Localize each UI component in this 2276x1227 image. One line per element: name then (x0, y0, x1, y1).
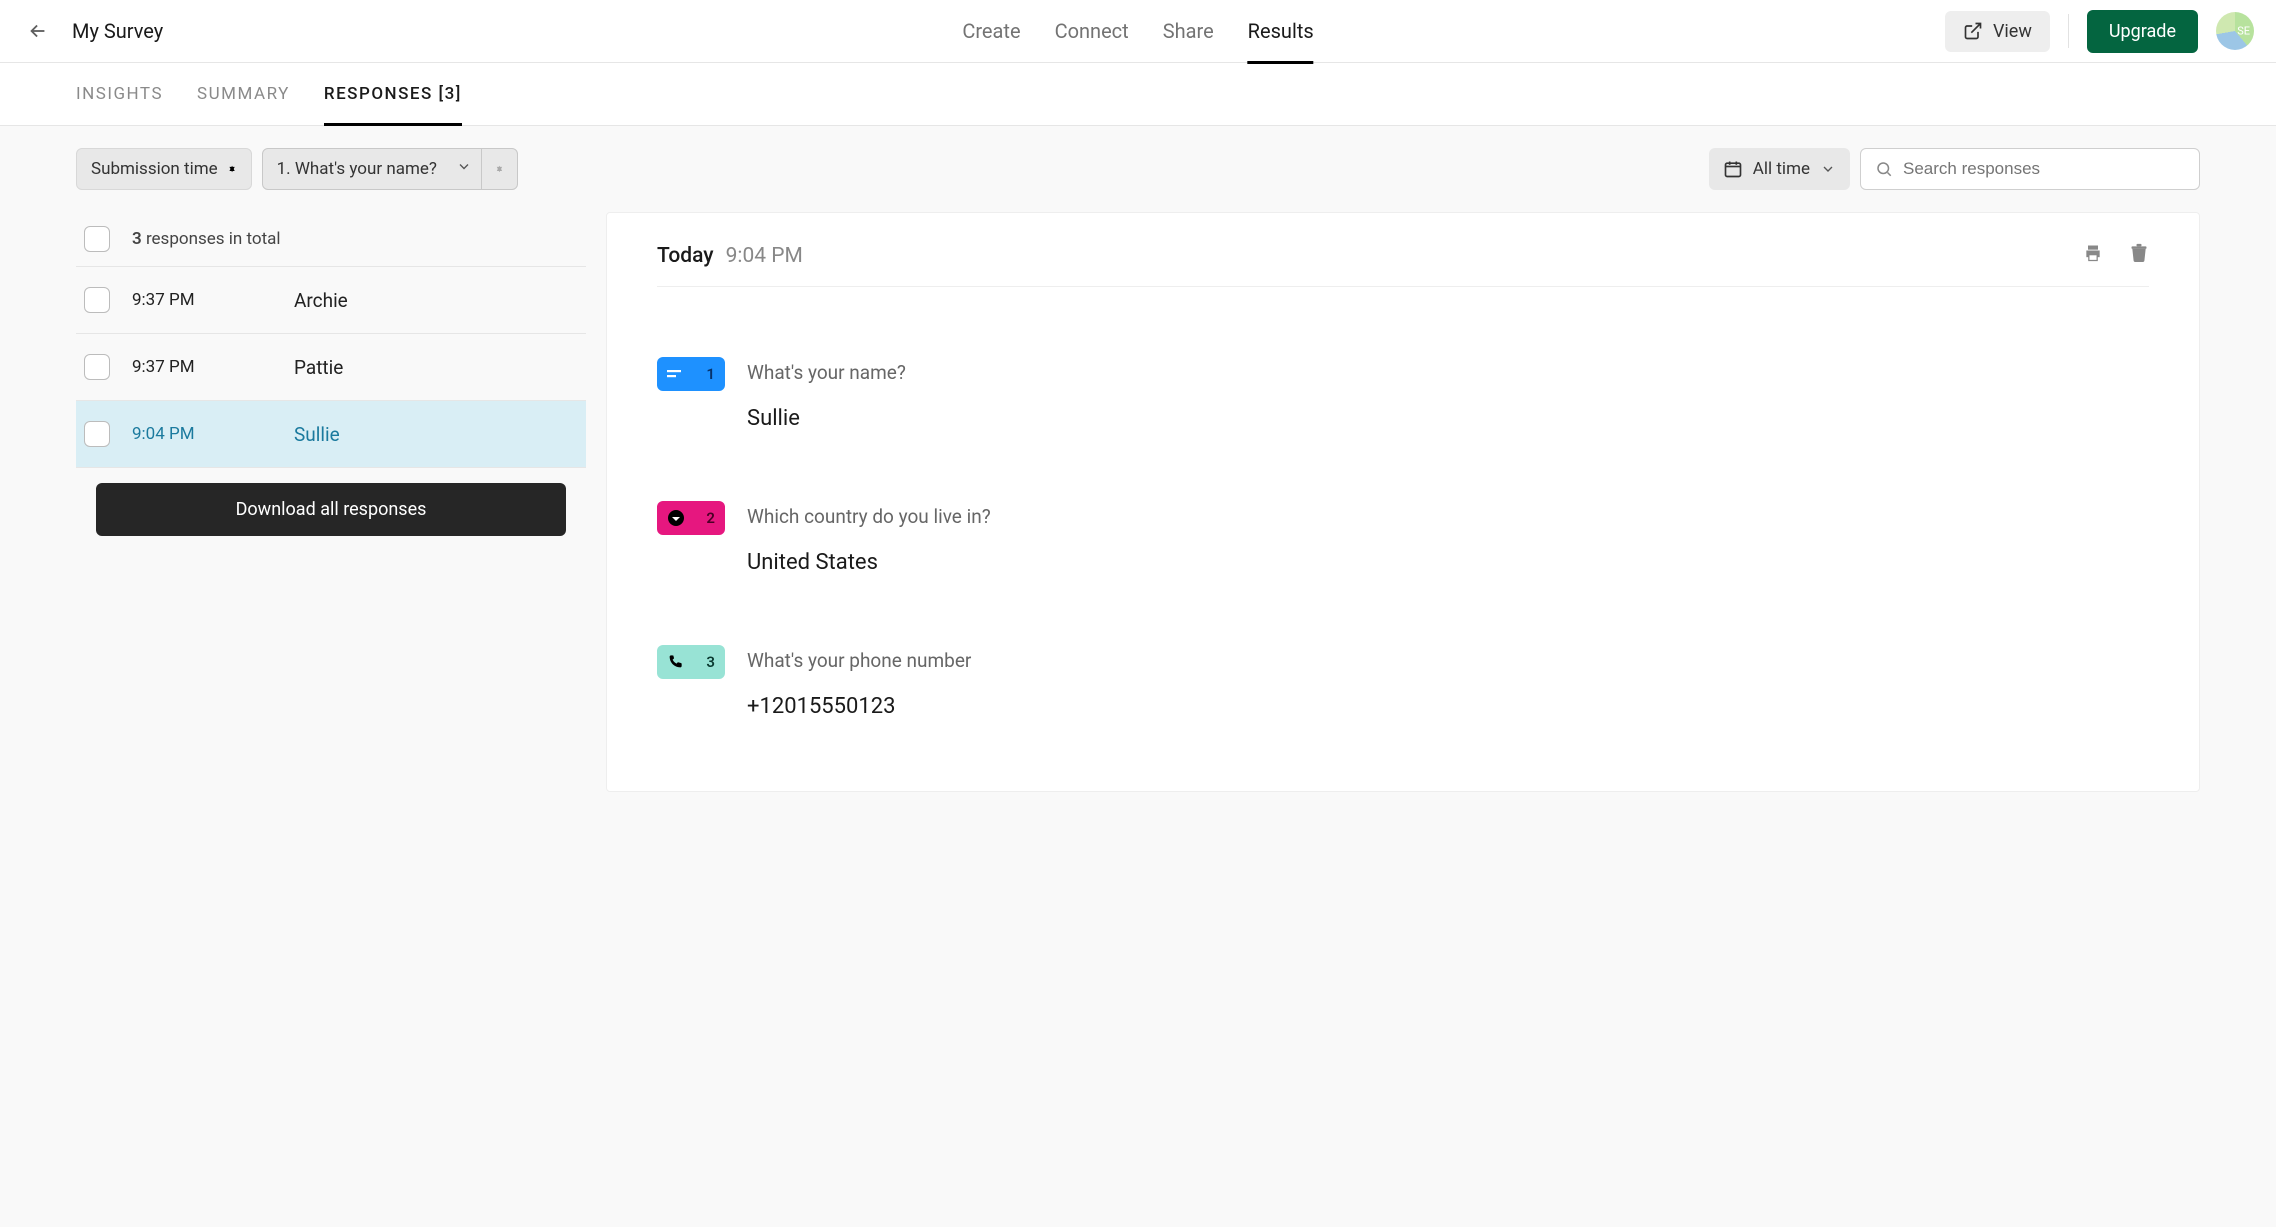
response-row[interactable]: 9:04 PM Sullie (76, 401, 586, 468)
nav-share[interactable]: Share (1163, 0, 1214, 63)
dropdown-icon (667, 509, 685, 527)
tab-insights[interactable]: INSIGHTS (76, 63, 163, 125)
answer-text: United States (747, 550, 991, 575)
date-filter[interactable]: All time (1709, 148, 1850, 190)
row-time: 9:37 PM (132, 357, 272, 377)
row-name: Sullie (294, 423, 340, 446)
detail-actions (2083, 243, 2149, 268)
question-text: Which country do you live in? (747, 505, 991, 528)
print-button[interactable] (2083, 243, 2103, 268)
detail-header: Today 9:04 PM (657, 243, 2149, 287)
detail-date: Today (657, 244, 714, 268)
survey-title: My Survey (72, 19, 163, 43)
response-list-header: 3 responses in total (76, 212, 586, 267)
short-text-icon (667, 368, 683, 380)
question-number: 1 (706, 365, 715, 383)
question-text: What's your phone number (747, 649, 971, 672)
search-box[interactable] (1860, 148, 2200, 190)
divider (2068, 14, 2069, 48)
date-filter-label: All time (1753, 159, 1810, 179)
header-right: View Upgrade SE (1945, 10, 2254, 53)
tab-responses[interactable]: RESPONSES [3] (324, 63, 462, 125)
qa-block: 1 What's your name? Sullie (657, 357, 2149, 431)
search-icon (1875, 160, 1893, 178)
row-name: Archie (294, 289, 348, 312)
tab-summary[interactable]: SUMMARY (197, 63, 290, 125)
filter-bar: Submission time ▲▼ 1. What's your name? … (76, 148, 2200, 190)
arrow-left-icon (27, 20, 49, 42)
responses-total-count: 3 (132, 229, 142, 249)
question-number: 2 (706, 509, 715, 527)
sub-tabs: INSIGHTS SUMMARY RESPONSES [3] (0, 63, 2276, 125)
response-detail: Today 9:04 PM 1 (606, 212, 2200, 792)
view-button[interactable]: View (1945, 11, 2050, 52)
detail-time: 9:04 PM (726, 244, 803, 268)
delete-button[interactable] (2129, 243, 2149, 268)
back-button[interactable] (22, 15, 54, 47)
row-name: Pattie (294, 356, 343, 379)
avatar-initials: SE (2237, 25, 2250, 38)
responses-total: 3 responses in total (132, 229, 281, 249)
chevron-down-icon (456, 159, 472, 180)
row-time: 9:04 PM (132, 424, 272, 444)
qa-block: 3 What's your phone number +12015550123 (657, 645, 2149, 719)
question-badge: 3 (657, 645, 725, 679)
print-icon (2083, 243, 2103, 263)
content-split: 3 responses in total 9:37 PM Archie 9:37… (76, 212, 2200, 792)
nav-create[interactable]: Create (962, 0, 1020, 63)
question-badge: 2 (657, 501, 725, 535)
row-checkbox[interactable] (84, 354, 110, 380)
avatar[interactable]: SE (2216, 12, 2254, 50)
external-link-icon (1963, 21, 1983, 41)
main-nav: Create Connect Share Results (962, 0, 1313, 63)
response-row[interactable]: 9:37 PM Archie (76, 267, 586, 334)
select-all-checkbox[interactable] (84, 226, 110, 252)
chevron-down-icon (1820, 161, 1836, 177)
question-number: 3 (706, 653, 715, 671)
row-time: 9:37 PM (132, 290, 272, 310)
sub-tabs-wrap: INSIGHTS SUMMARY RESPONSES [3] (0, 63, 2276, 126)
answer-text: +12015550123 (747, 694, 971, 719)
qa-block: 2 Which country do you live in? United S… (657, 501, 2149, 575)
sort-select-label: Submission time (91, 159, 218, 179)
question-badge: 1 (657, 357, 725, 391)
question-sort-toggle[interactable]: ▲▼ (481, 149, 517, 189)
view-button-label: View (1993, 21, 2032, 42)
question-text: What's your name? (747, 361, 906, 384)
sort-arrows-icon: ▲▼ (228, 169, 237, 170)
response-row[interactable]: 9:37 PM Pattie (76, 334, 586, 401)
question-select[interactable]: 1. What's your name? ▲▼ (262, 148, 518, 190)
sort-arrows-icon: ▲▼ (495, 169, 504, 170)
top-header: My Survey Create Connect Share Results V… (0, 0, 2276, 63)
body-area: Submission time ▲▼ 1. What's your name? … (0, 126, 2276, 1227)
search-input[interactable] (1903, 159, 2185, 179)
nav-connect[interactable]: Connect (1055, 0, 1129, 63)
responses-total-suffix: responses in total (146, 229, 281, 249)
sort-select[interactable]: Submission time ▲▼ (76, 148, 252, 190)
response-list: 3 responses in total 9:37 PM Archie 9:37… (76, 212, 586, 548)
question-select-label: 1. What's your name? (277, 159, 437, 179)
calendar-icon (1723, 159, 1743, 179)
upgrade-button[interactable]: Upgrade (2087, 10, 2198, 53)
row-checkbox[interactable] (84, 421, 110, 447)
download-all-button[interactable]: Download all responses (96, 483, 566, 536)
phone-icon (667, 654, 683, 670)
trash-icon (2129, 243, 2149, 263)
row-checkbox[interactable] (84, 287, 110, 313)
nav-results[interactable]: Results (1248, 0, 1314, 63)
answer-text: Sullie (747, 406, 906, 431)
